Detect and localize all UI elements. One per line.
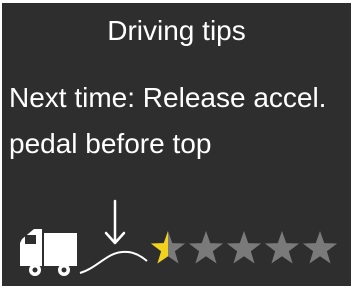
driving-tips-panel: Driving tips Next time: Release accel. p… (2, 3, 351, 286)
star-4 (264, 231, 300, 264)
star-5 (302, 231, 338, 264)
star-3 (226, 231, 262, 264)
star-2 (188, 231, 224, 264)
truck-icon (20, 229, 77, 276)
tip-illustration (20, 199, 338, 276)
hill-road-icon (79, 250, 148, 274)
down-arrow-icon (104, 199, 126, 245)
star-rating (150, 231, 338, 264)
screen: Driving tips Next time: Release accel. p… (0, 0, 353, 291)
